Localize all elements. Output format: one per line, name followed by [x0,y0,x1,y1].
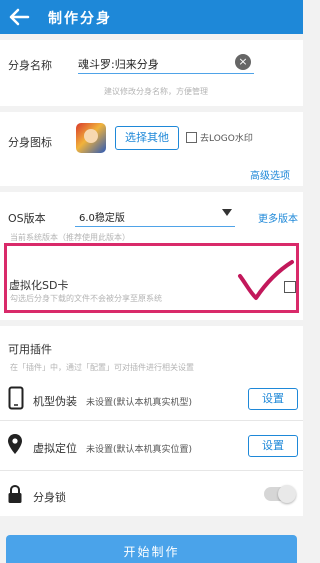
location-settings-button[interactable]: 设置 [248,435,298,457]
phone-icon [8,386,24,410]
plugins-hint: 在「插件」中，通过「配置」可对插件进行相关设置 [10,363,194,372]
divider [0,470,303,471]
more-versions-link[interactable]: 更多版本 [258,210,298,225]
start-create-button[interactable]: 开始制作 [6,535,297,563]
os-label: OS版本 [8,212,46,225]
name-label: 分身名称 [8,59,52,72]
virtual-sd-label: 虚拟化SD卡 [9,279,69,292]
plugin-location-status: 未设置(默认本机真实位置) [86,445,193,455]
os-hint: 当前系统版本（推荐使用此版本） [10,233,130,242]
device-settings-button[interactable]: 设置 [248,388,298,410]
divider [0,420,303,421]
virtual-sd-checkbox[interactable] [284,281,296,293]
os-version-select[interactable]: 6.0稳定版 [75,205,235,227]
app-icon [76,123,106,153]
choose-icon-button[interactable]: 选择其他 [115,126,179,150]
plugin-device-name: 机型伪装 [33,395,77,408]
clone-name-input[interactable]: 魂斗罗:归来分身 [78,52,254,74]
plugin-device-status: 未设置(默认本机真实机型) [86,398,193,408]
plugins-title: 可用插件 [8,343,52,356]
app-header: 制作分身 [0,0,303,34]
name-hint: 建议修改分身名称，方便管理 [104,87,208,96]
page-title: 制作分身 [48,11,112,27]
back-arrow-icon[interactable] [8,7,30,27]
clone-lock-label: 分身锁 [33,491,66,504]
clone-lock-toggle[interactable] [264,485,296,503]
chevron-down-icon[interactable] [222,209,232,216]
remove-logo-label: 去LOGO水印 [200,134,253,144]
plugin-location-name: 虚拟定位 [33,442,77,455]
remove-logo-checkbox[interactable] [186,132,197,143]
virtual-sd-hint: 勾选后分身下载的文件不会被分享至原系统 [10,294,162,303]
lock-icon [8,484,22,503]
location-pin-icon [8,434,22,454]
clear-icon[interactable]: × [235,54,251,70]
icon-label: 分身图标 [8,136,52,149]
advanced-options-link[interactable]: 高级选项 [250,167,290,182]
